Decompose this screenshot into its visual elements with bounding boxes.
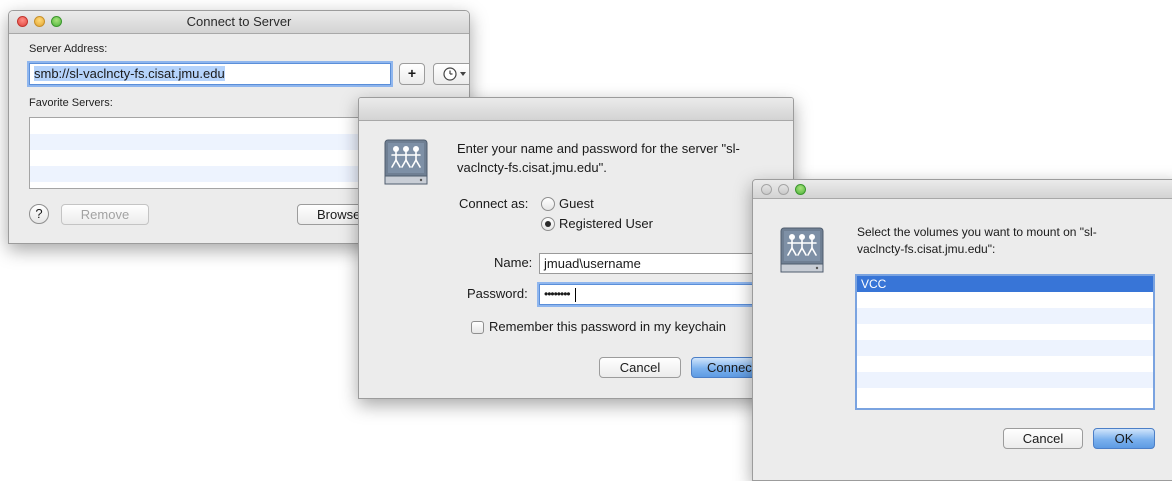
connect-button-label: Connect [707,360,756,375]
close-button[interactable] [17,16,28,27]
connect-window-titlebar[interactable]: Connect to Server [9,11,469,34]
password-value: •••••••• [544,287,571,301]
list-item[interactable] [857,340,1153,356]
add-button-label: + [407,65,417,81]
list-item[interactable]: VCC [857,276,1153,292]
server-address-value: smb://sl-vaclncty-fs.cisat.jmu.edu [34,66,225,81]
volumes-message-line1: Select the volumes you want to mount on … [857,225,1097,239]
auth-message-line1: Enter your name and password for the ser… [457,141,740,156]
favorite-servers-label: Favorite Servers: [29,97,113,109]
registered-user-radio-label[interactable]: Registered User [559,216,653,231]
volumes-cancel-label: Cancel [1022,431,1064,446]
volumes-cancel-button[interactable]: Cancel [1003,428,1083,449]
registered-user-radio[interactable] [541,217,555,231]
list-item[interactable] [857,324,1153,340]
help-button[interactable]: ? [29,204,49,224]
list-item[interactable] [857,292,1153,308]
window-controls [17,16,62,27]
volumes-message-line2: vaclncty-fs.cisat.jmu.edu": [857,242,996,256]
browse-button-label: Browse [317,207,361,222]
volume-name: VCC [861,277,887,291]
minimize-button[interactable] [778,184,789,195]
auth-cancel-button[interactable]: Cancel [599,357,681,378]
guest-radio-label[interactable]: Guest [559,196,594,211]
auth-dialog: Enter your name and password for the ser… [358,97,794,399]
server-address-label: Server Address: [29,43,108,55]
list-item[interactable] [857,356,1153,372]
ok-button-label: OK [1114,431,1134,446]
clock-icon [443,67,466,81]
name-label: Name: [494,255,533,270]
help-label: ? [35,206,43,221]
remove-button-label: Remove [80,207,130,222]
remember-password-label[interactable]: Remember this password in my keychain [489,319,726,334]
select-volumes-dialog: Select the volumes you want to mount on … [752,179,1172,481]
zoom-button[interactable] [51,16,62,27]
window-controls [761,184,806,195]
server-address-input[interactable]: smb://sl-vaclncty-fs.cisat.jmu.edu [29,63,391,85]
connect-as-label: Connect as: [459,196,529,211]
add-favorite-button[interactable]: + [399,63,425,85]
ok-button[interactable]: OK [1093,428,1155,449]
minimize-button[interactable] [34,16,45,27]
network-server-icon [384,139,428,185]
close-button[interactable] [761,184,772,195]
remove-button[interactable]: Remove [61,204,149,225]
zoom-button[interactable] [795,184,806,195]
volumes-dialog-titlebar[interactable] [753,180,1172,199]
password-label: Password: [467,286,528,301]
window-title: Connect to Server [186,14,292,29]
list-item[interactable] [857,372,1153,388]
auth-message-line2: vaclncty-fs.cisat.jmu.edu". [457,160,607,175]
list-item[interactable] [857,388,1153,404]
guest-radio[interactable] [541,197,555,211]
network-server-icon [780,227,824,273]
volumes-list[interactable]: VCC [855,274,1155,410]
name-value: jmuad\username [544,256,641,271]
auth-dialog-titlebar[interactable] [359,98,793,121]
text-cursor [574,287,576,302]
remember-password-checkbox[interactable] [471,321,484,334]
list-item[interactable] [857,308,1153,324]
auth-cancel-label: Cancel [619,360,661,375]
recent-servers-button[interactable] [433,63,469,85]
